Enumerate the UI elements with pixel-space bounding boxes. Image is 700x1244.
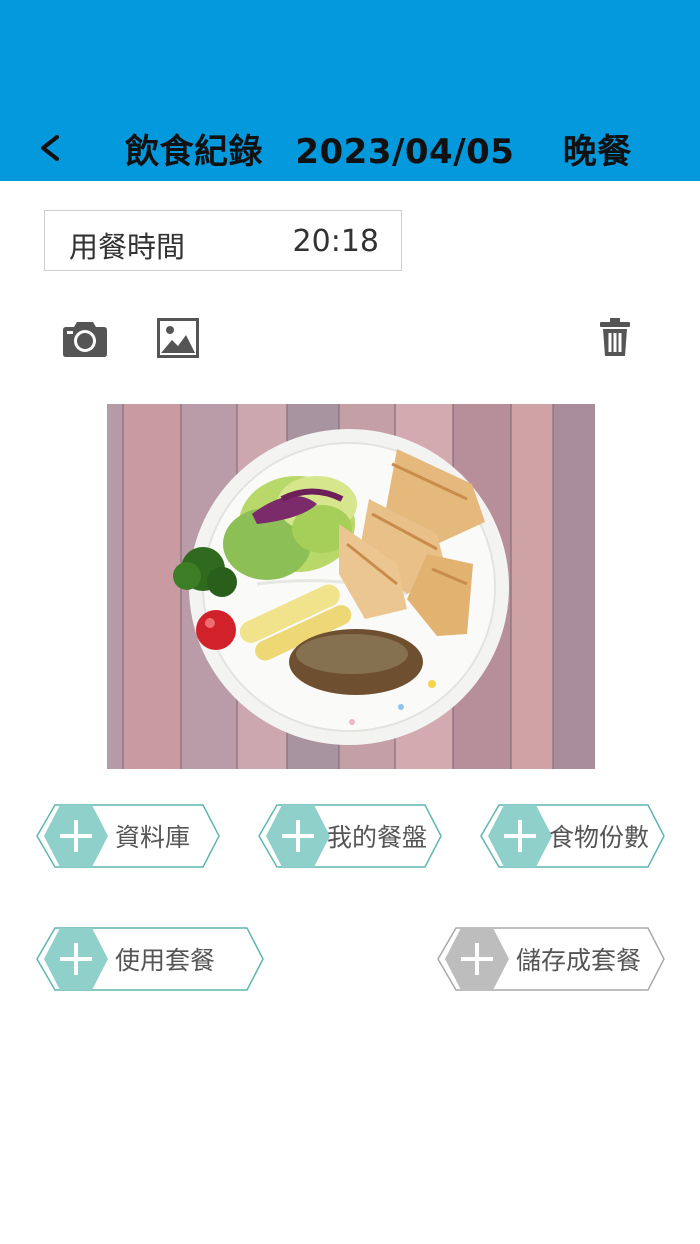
plus-icon: [488, 805, 552, 867]
plus-icon: [44, 805, 108, 867]
database-label: 資料庫: [115, 823, 191, 852]
back-button[interactable]: [30, 128, 70, 168]
meal-time-field[interactable]: 用餐時間 20:18: [44, 210, 402, 271]
chevron-left-icon: [41, 135, 59, 161]
my-plate-label: 我的餐盤: [327, 823, 428, 852]
gallery-button[interactable]: [155, 315, 201, 361]
save-as-meal-set-button[interactable]: 儲存成套餐: [436, 926, 666, 992]
camera-button[interactable]: [60, 315, 110, 361]
record-date: 2023/04/05: [295, 132, 515, 172]
meal-photo: [107, 404, 595, 769]
trash-icon: [600, 318, 630, 356]
top-app-bar: 飲食紀錄 2023/04/05 晚餐: [0, 0, 700, 181]
save-meal-set-label: 儲存成套餐: [516, 946, 642, 975]
plus-icon: [266, 805, 330, 867]
use-meal-set-button[interactable]: 使用套餐: [35, 926, 265, 992]
meal-time-value[interactable]: 20:18: [293, 224, 379, 259]
use-meal-set-label: 使用套餐: [115, 946, 216, 975]
add-from-my-plate-button[interactable]: 我的餐盤: [257, 803, 443, 869]
camera-icon: [63, 322, 107, 357]
delete-button[interactable]: [595, 315, 635, 359]
plus-icon: [44, 928, 108, 990]
page-title: 飲食紀錄 2023/04/05 晚餐: [125, 124, 632, 173]
meal-photo-illustration: [107, 404, 595, 769]
add-food-portions-button[interactable]: 食物份數: [479, 803, 666, 869]
plus-icon: [445, 928, 509, 990]
add-from-database-button[interactable]: 資料庫: [35, 803, 221, 869]
image-icon: [157, 318, 199, 358]
title-text: 飲食紀錄: [125, 132, 263, 172]
food-portions-label: 食物份數: [549, 823, 650, 852]
meal-type: 晚餐: [562, 132, 632, 172]
meal-time-label: 用餐時間: [69, 230, 186, 264]
